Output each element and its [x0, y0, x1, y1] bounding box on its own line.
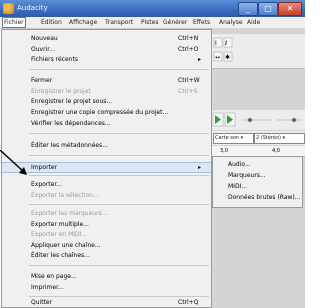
menu-pistes[interactable]: Pistes: [140, 18, 159, 27]
menu-item-export-multiple-label: Exporter multiple...: [31, 221, 89, 228]
menu-separator: [29, 204, 209, 205]
maximize-button[interactable]: □: [258, 2, 278, 16]
menu-separator: [29, 296, 209, 297]
menu-item-export-label: Exporter...: [31, 181, 62, 188]
menu-item-export-midi-label: Exporter en MIDI...: [31, 231, 88, 238]
pointer-arrow-icon: [0, 150, 27, 175]
menu-item-save-as-label: Enregistrer le projet sous...: [31, 98, 113, 105]
menu-separator: [29, 175, 209, 176]
menu-item-metadata-label: Éditer les métadonnées...: [31, 142, 108, 149]
submenu-item-raw-data[interactable]: Données brutes (Raw)...: [228, 194, 301, 202]
menu-item-apply-chain-label: Appliquer une chaîne...: [31, 242, 101, 249]
menu-effets[interactable]: Effets: [192, 18, 211, 27]
menu-separator: [29, 265, 209, 266]
menu-item-new-label: Nouveau: [31, 35, 58, 42]
menu-affichage[interactable]: Affichage: [68, 18, 98, 27]
svg-text:ℓ: ℓ: [224, 40, 227, 47]
import-submenu: Audio... Marqueurs... MIDI... Données br…: [212, 156, 303, 208]
file-menu-dropdown: Nouveau Ctrl+N Ouvrir... Ctrl+O Fichiers…: [1, 29, 212, 308]
menu-separator: [29, 69, 209, 70]
menu-item-save-compressed[interactable]: Enregistrer une copie compressée du proj…: [2, 108, 211, 118]
menu-item-export-selection-label: Exporter la sélection...: [31, 192, 99, 199]
menu-item-save-project[interactable]: Enregistrer le projet Ctrl+S: [2, 87, 211, 97]
menu-item-save-project-label: Enregistrer le projet: [31, 88, 91, 95]
menu-item-quit[interactable]: Quitter Ctrl+Q: [2, 298, 211, 308]
channels-select[interactable]: 2 (Stéréo) ▾: [254, 133, 305, 144]
menu-item-export-selection[interactable]: Exporter la sélection...: [2, 191, 211, 201]
menu-item-open-label: Ouvrir...: [31, 46, 55, 53]
tools-icons: I ℓ ↔ ✱: [213, 37, 233, 62]
menu-generer[interactable]: Générer: [162, 18, 188, 27]
menu-item-save-compressed-label: Enregistrer une copie compressée du proj…: [31, 109, 169, 116]
svg-text:I: I: [215, 40, 217, 47]
minimize-button[interactable]: _: [238, 2, 258, 16]
submenu-arrow-icon: ▸: [198, 164, 202, 171]
menu-item-export-midi[interactable]: Exporter en MIDI...: [2, 230, 211, 240]
menu-item-page-setup[interactable]: Mise en page...: [2, 272, 211, 282]
playback-controls: [212, 110, 305, 130]
menu-item-new[interactable]: Nouveau Ctrl+N: [2, 34, 211, 44]
menu-item-export-multiple[interactable]: Exporter multiple...: [2, 220, 211, 230]
menu-separator: [29, 155, 209, 156]
device-toolbar: Carte son ▾ 2 (Stéréo) ▾: [212, 131, 305, 145]
menu-separator: [29, 133, 209, 134]
menu-item-apply-chain[interactable]: Appliquer une chaîne...: [2, 241, 211, 251]
menu-item-new-shortcut: Ctrl+N: [178, 35, 199, 42]
title-bar: Audacity _ □ ✕: [0, 0, 305, 17]
menu-item-page-setup-label: Mise en page...: [31, 273, 77, 280]
menu-item-save-as[interactable]: Enregistrer le projet sous...: [2, 97, 211, 107]
ruler-tick-4: 4,0: [272, 148, 280, 154]
menu-item-close-label: Fermer: [31, 77, 53, 84]
menu-transport[interactable]: Transport: [104, 18, 134, 27]
window-title: Audacity: [17, 4, 48, 12]
menu-edition[interactable]: Édition: [40, 18, 63, 27]
menu-analyse[interactable]: Analyse: [218, 18, 244, 27]
menu-item-quit-shortcut: Ctrl+Q: [178, 299, 199, 306]
svg-text:↔: ↔: [215, 54, 220, 61]
menu-item-close-shortcut: Ctrl+W: [178, 77, 200, 84]
menu-item-export[interactable]: Exporter...: [2, 180, 211, 190]
ruler-tick-3: 3,0: [220, 148, 228, 154]
menu-fichier[interactable]: Fichier: [2, 17, 26, 28]
menu-aide[interactable]: Aide: [246, 18, 261, 27]
menu-item-print-label: Imprimer...: [31, 284, 64, 291]
menu-item-print[interactable]: Imprimer...: [2, 283, 211, 293]
menu-item-check-dependencies[interactable]: Vérifier les dépendances...: [2, 119, 211, 129]
menu-item-import[interactable]: Importer ▸: [2, 162, 211, 173]
menu-item-check-dependencies-label: Vérifier les dépendances...: [31, 120, 111, 127]
submenu-item-audio[interactable]: Audio...: [228, 161, 251, 169]
menu-item-close[interactable]: Fermer Ctrl+W: [2, 76, 211, 86]
audacity-app-icon: [3, 3, 14, 14]
menu-item-recent-label: Fichiers récents: [31, 56, 78, 63]
menu-item-open-shortcut: Ctrl+O: [178, 46, 199, 53]
menu-item-open[interactable]: Ouvrir... Ctrl+O: [2, 45, 211, 55]
menu-item-edit-chains[interactable]: Éditer les chaînes...: [2, 251, 211, 261]
menu-item-save-project-shortcut: Ctrl+S: [178, 88, 198, 95]
audio-host-select[interactable]: Carte son ▾: [213, 133, 254, 144]
menu-item-recent[interactable]: Fichiers récents ▸: [2, 55, 211, 65]
submenu-arrow-icon: ▸: [198, 56, 202, 63]
close-button[interactable]: ✕: [278, 2, 302, 16]
menu-item-export-labels-label: Exporter les marqueurs...: [31, 210, 108, 217]
submenu-item-midi[interactable]: MIDI...: [228, 183, 247, 191]
menu-item-export-labels[interactable]: Exporter les marqueurs...: [2, 209, 211, 219]
submenu-item-labels[interactable]: Marqueurs...: [228, 172, 266, 180]
menu-item-import-label: Importer: [31, 164, 58, 171]
menu-item-edit-chains-label: Éditer les chaînes...: [31, 252, 90, 259]
tools-toolbar: I ℓ ↔ ✱: [212, 34, 305, 69]
menu-item-quit-label: Quitter: [31, 299, 53, 306]
svg-text:✱: ✱: [225, 54, 230, 61]
menu-item-metadata[interactable]: Éditer les métadonnées...: [2, 141, 211, 151]
